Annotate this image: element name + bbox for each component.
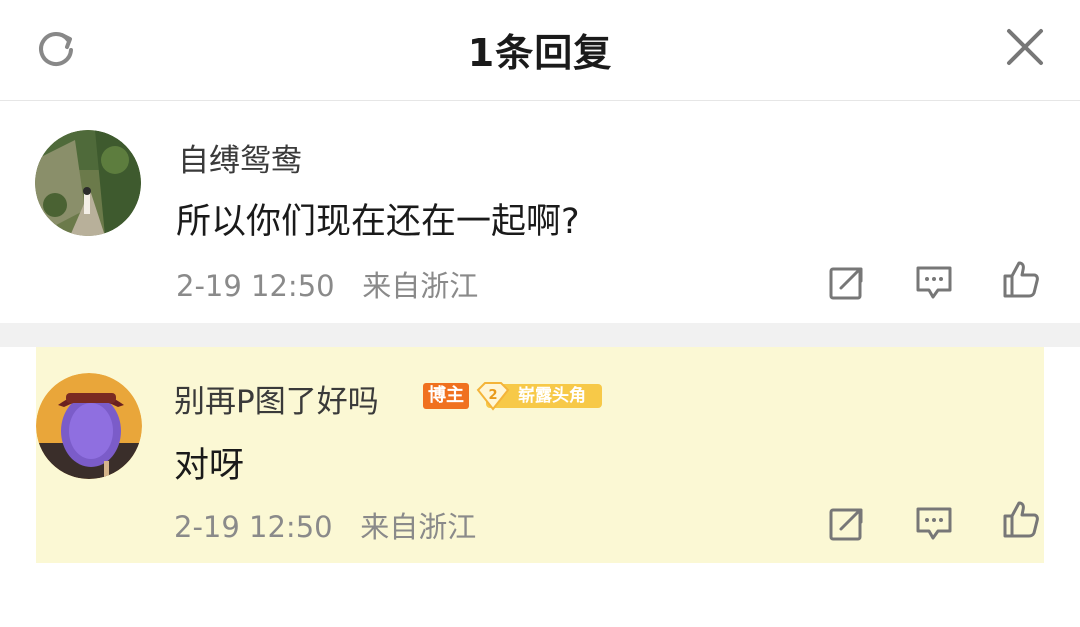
comment-item: 自缚鸳鸯 所以你们现在还在一起啊? 2-19 12:50 来自浙江 <box>0 101 1080 323</box>
host-badge: 博主 <box>423 383 469 409</box>
like-icon[interactable] <box>1001 499 1041 539</box>
level-badge: 崭露头角 2 <box>476 381 604 411</box>
comment-icon[interactable] <box>914 262 954 302</box>
comment-icon[interactable] <box>914 503 954 543</box>
section-divider <box>0 323 1080 347</box>
share-icon[interactable] <box>827 503 867 543</box>
comment-meta: 2-19 12:50 来自浙江 <box>176 263 478 305</box>
level-text: 崭露头角 <box>518 386 586 406</box>
level-gem-icon: 2 <box>476 382 510 411</box>
comment-location: 来自浙江 <box>360 510 477 544</box>
comment-location: 来自浙江 <box>362 269 479 303</box>
comment-text: 对呀 <box>174 446 245 486</box>
user-avatar[interactable] <box>35 130 141 236</box>
level-number: 2 <box>488 388 497 403</box>
comment-text: 所以你们现在还在一起啊? <box>176 202 580 242</box>
user-avatar[interactable] <box>36 373 142 479</box>
bottom-area <box>0 563 1080 627</box>
comment-time: 2-19 12:50 <box>176 269 335 303</box>
comment-time: 2-19 12:50 <box>174 510 333 544</box>
comment-item-highlighted: 别再P图了好吗 博主 崭露头角 2 对呀 2-19 12:50 来自浙江 <box>36 347 1044 563</box>
close-icon[interactable] <box>1004 26 1046 68</box>
page-title: 1条回复 <box>467 31 613 75</box>
share-icon[interactable] <box>827 262 867 302</box>
reply-header: 1条回复 <box>0 0 1080 101</box>
like-icon[interactable] <box>1001 259 1041 299</box>
username[interactable]: 自缚鸳鸯 <box>178 135 302 180</box>
username[interactable]: 别再P图了好吗 <box>174 376 379 421</box>
comment-meta: 2-19 12:50 来自浙江 <box>174 504 476 546</box>
